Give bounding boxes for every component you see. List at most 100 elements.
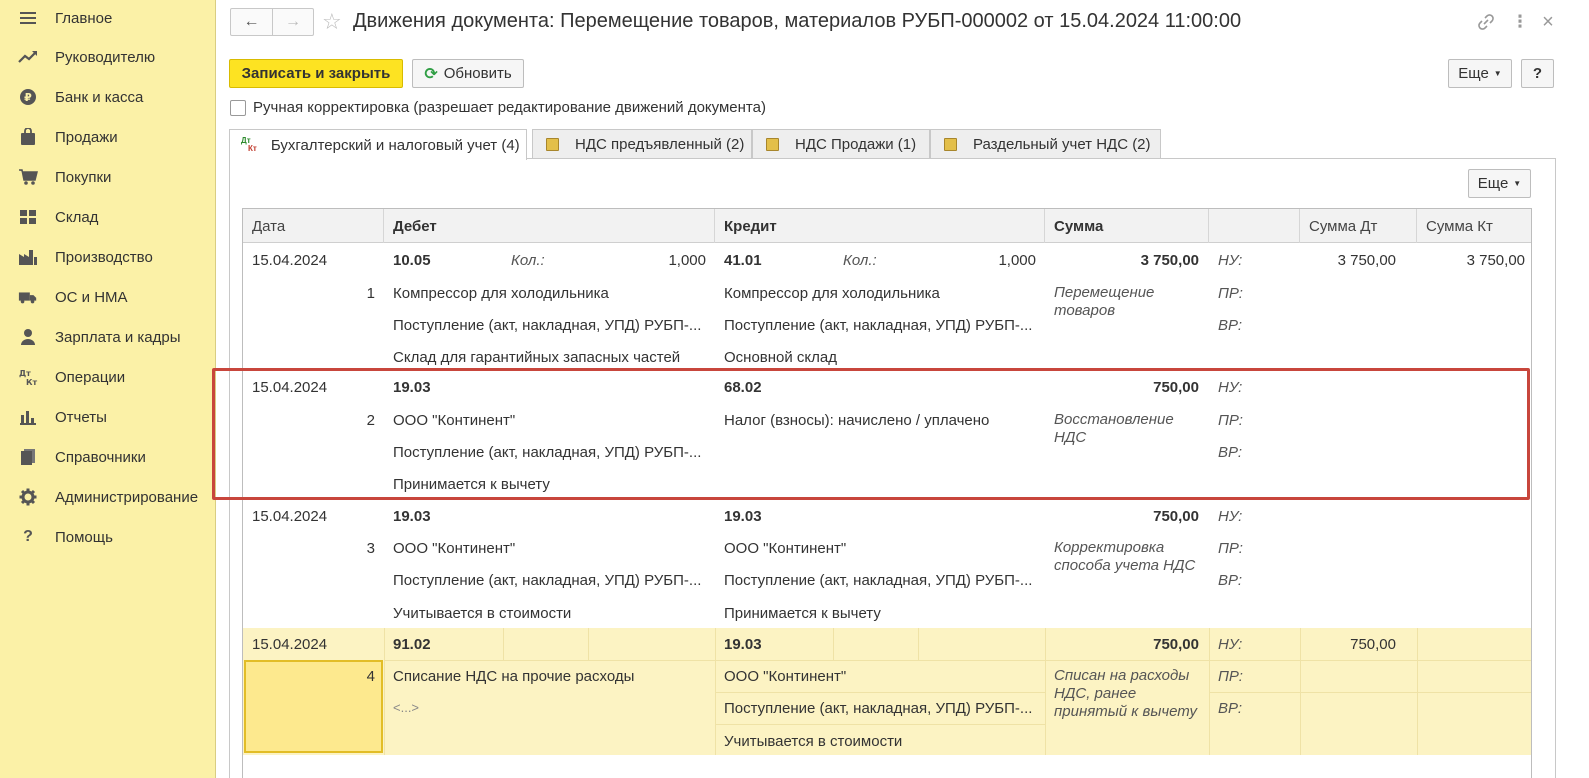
row-date: 15.04.2024 — [252, 379, 328, 396]
pr-label: ПР: — [1218, 540, 1243, 557]
sidebar-item-label: Продажи — [55, 128, 118, 146]
sum-dt: 750,00 — [1350, 636, 1396, 653]
table-row[interactable]: 15.04.2024 3 19.03 ООО "Континент" Посту… — [243, 500, 1531, 627]
link-icon[interactable] — [1476, 12, 1496, 32]
sidebar-item-label: Главное — [55, 9, 113, 27]
sidebar-item-salary[interactable]: Зарплата и кадры — [0, 319, 216, 355]
table-row[interactable]: 15.04.2024 1 10.05 Кол.: 1,000 Компрессо… — [243, 244, 1531, 370]
col-credit[interactable]: Кредит — [715, 209, 1045, 243]
save-and-close-button[interactable]: Записать и закрыть — [229, 59, 403, 88]
more-label: Еще — [1477, 175, 1509, 192]
sidebar-item-operations[interactable]: Дт Кт Операции — [0, 359, 216, 395]
debit-account: 19.03 — [393, 379, 431, 396]
dt-kt-icon: Дт Кт — [18, 367, 38, 387]
tab-separate-vat[interactable]: Раздельный учет НДС (2) — [930, 129, 1161, 159]
truck-icon — [18, 287, 38, 307]
column-divider — [503, 628, 504, 660]
sidebar: Главное Руководителю ₽ Банк и касса Прод… — [0, 0, 216, 778]
sidebar-item-label: Производство — [55, 248, 153, 266]
help-button[interactable]: ? — [1521, 59, 1554, 88]
credit-account: 19.03 — [724, 508, 762, 525]
row-divider — [384, 660, 1531, 661]
credit-subconto: Учитывается в стоимости — [724, 733, 903, 750]
ruble-icon: ₽ — [18, 87, 38, 107]
debit-account: 91.02 — [393, 636, 431, 653]
column-divider — [384, 628, 385, 755]
vr-label: ВР: — [1218, 700, 1243, 717]
sidebar-item-reports[interactable]: Отчеты — [0, 399, 216, 435]
credit-qty: 1,000 — [998, 252, 1036, 269]
column-divider — [588, 628, 589, 660]
table-row-selected[interactable]: 15.04.2024 4 91.02 Списание НДС на прочи… — [243, 628, 1531, 755]
row-number: 1 — [366, 285, 375, 302]
col-sum-dt[interactable]: Сумма Дт — [1300, 209, 1417, 243]
sidebar-item-bank[interactable]: ₽ Банк и касса — [0, 79, 216, 115]
close-icon[interactable]: × — [1538, 11, 1558, 33]
more-vertical-icon[interactable]: ⋮ — [1510, 12, 1530, 32]
sidebar-item-warehouse[interactable]: Склад — [0, 199, 216, 235]
nu-label: НУ: — [1218, 252, 1243, 269]
table-row[interactable]: 15.04.2024 2 19.03 ООО "Континент" Посту… — [243, 371, 1531, 499]
table-more-button[interactable]: Еще ▼ — [1468, 169, 1531, 198]
navigation-buttons: ← → — [230, 8, 314, 36]
tab-accounting[interactable]: Дт Кт Бухгалтерский и налоговый учет (4) — [229, 129, 527, 160]
sidebar-item-sales[interactable]: Продажи — [0, 119, 216, 155]
credit-subconto: Налог (взносы): начислено / уплачено — [724, 412, 990, 429]
sidebar-item-help[interactable]: ? Помощь — [0, 519, 216, 555]
credit-subconto: Принимается к вычету — [724, 605, 881, 622]
tab-label: Раздельный учет НДС (2) — [973, 136, 1151, 153]
forward-button[interactable]: → — [271, 9, 313, 35]
tab-vat-presented[interactable]: НДС предъявленный (2) — [532, 129, 752, 159]
col-sum-kt[interactable]: Сумма Кт — [1417, 209, 1531, 243]
sidebar-item-fixed-assets[interactable]: ОС и НМА — [0, 279, 216, 315]
more-actions-button[interactable]: Еще ▼ — [1448, 59, 1512, 88]
refresh-button[interactable]: ⟳ Обновить — [412, 59, 524, 88]
sidebar-item-label: Руководителю — [55, 48, 156, 66]
sum-kt: 3 750,00 — [1466, 252, 1525, 269]
debit-subconto: ООО "Континент" — [393, 540, 516, 557]
arrow-left-icon: ← — [243, 13, 260, 30]
page-title: Движения документа: Перемещение товаров,… — [353, 10, 1242, 32]
row-sum: 750,00 — [1153, 379, 1199, 396]
more-label: Еще — [1458, 65, 1489, 82]
refresh-icon: ⟳ — [424, 65, 438, 83]
sidebar-item-purchases[interactable]: Покупки — [0, 159, 216, 195]
sidebar-item-manager[interactable]: Руководителю — [0, 39, 216, 75]
sidebar-item-main[interactable]: Главное — [0, 0, 216, 36]
manual-edit-checkbox[interactable] — [230, 100, 246, 116]
vr-label: ВР: — [1218, 572, 1243, 589]
books-icon — [18, 447, 38, 467]
row-sum: 750,00 — [1153, 508, 1199, 525]
favorite-star-icon[interactable]: ☆ — [322, 9, 342, 35]
sidebar-item-label: ОС и НМА — [55, 288, 128, 306]
svg-text:Кт: Кт — [26, 378, 38, 386]
credit-subconto: Основной склад — [724, 349, 838, 366]
row-date: 15.04.2024 — [252, 636, 328, 653]
sidebar-item-administration[interactable]: Администрирование — [0, 479, 216, 515]
row-sum: 3 750,00 — [1140, 252, 1199, 269]
person-icon — [18, 327, 38, 347]
row-divider — [715, 692, 1045, 693]
debit-subconto-placeholder: <...> — [393, 700, 420, 715]
debit-subconto: Склад для гарантийных запасных частей — [393, 349, 681, 366]
credit-qty-label: Кол.: — [843, 252, 877, 269]
col-debit[interactable]: Дебет — [384, 209, 715, 243]
col-tax-type[interactable] — [1209, 209, 1300, 243]
bar-chart-icon — [18, 407, 38, 427]
credit-account: 68.02 — [724, 379, 762, 396]
debit-subconto: Поступление (акт, накладная, УПД) РУБП-.… — [393, 572, 702, 589]
svg-text:Дт: Дт — [19, 369, 31, 378]
sidebar-item-references[interactable]: Справочники — [0, 439, 216, 475]
table-header: Дата Дебет Кредит Сумма Сумма Дт Сумма К… — [243, 209, 1531, 243]
nu-label: НУ: — [1218, 379, 1243, 396]
credit-subconto: Поступление (акт, накладная, УПД) РУБП-.… — [724, 572, 1033, 589]
row-content: Корректировка способа учета НДС — [1054, 539, 1196, 574]
back-button[interactable]: ← — [231, 9, 272, 35]
sidebar-item-production[interactable]: Производство — [0, 239, 216, 275]
tab-vat-sales[interactable]: НДС Продажи (1) — [752, 129, 930, 159]
register-icon — [944, 138, 957, 151]
col-date[interactable]: Дата — [243, 209, 384, 243]
vr-label: ВР: — [1218, 317, 1243, 334]
row-content: Перемещение товаров — [1054, 284, 1155, 319]
col-sum[interactable]: Сумма — [1045, 209, 1209, 243]
